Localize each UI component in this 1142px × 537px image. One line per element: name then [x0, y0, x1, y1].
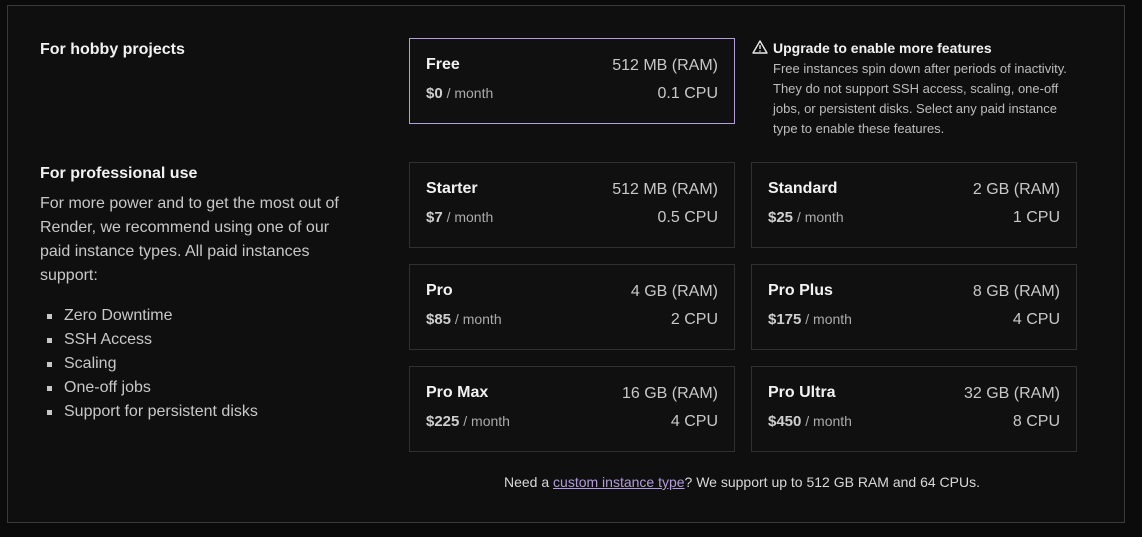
feature-item: SSH Access [40, 328, 258, 352]
price-period: / month [454, 311, 502, 327]
instance-ram: 8 GB (RAM) [972, 283, 1060, 300]
feature-item: Zero Downtime [40, 304, 258, 328]
instance-cpu: 0.5 CPU [657, 209, 718, 226]
instance-price: $450 / month [768, 413, 852, 430]
feature-label: Scaling [64, 355, 117, 372]
instance-cpu: 1 CPU [1012, 209, 1060, 226]
instance-price: $175 / month [768, 311, 852, 328]
bullet-icon [47, 386, 52, 391]
price-amount: $0 [426, 85, 443, 102]
price-period: / month [446, 85, 494, 101]
feature-item: Scaling [40, 352, 258, 376]
price-amount: $450 [768, 413, 802, 430]
instance-price: $85 / month [426, 311, 502, 328]
feature-label: Support for persistent disks [64, 403, 258, 420]
hobby-section-title: For hobby projects [40, 41, 185, 58]
feature-list: Zero Downtime SSH Access Scaling One-off… [40, 304, 258, 424]
price-period: / month [805, 413, 852, 429]
price-period: / month [796, 209, 844, 225]
warning-title: Upgrade to enable more features [773, 40, 992, 56]
instance-cpu: 0.1 CPU [657, 85, 718, 102]
instance-name: Pro Plus [768, 282, 833, 299]
instance-ram: 4 GB (RAM) [630, 283, 718, 300]
feature-label: One-off jobs [64, 379, 151, 396]
instance-card-pro-ultra[interactable]: Pro Ultra $450 / month 32 GB (RAM) 8 CPU [751, 366, 1077, 452]
custom-instance-note: Need a custom instance type? We support … [408, 474, 1076, 490]
feature-item: One-off jobs [40, 376, 258, 400]
instance-name: Pro [426, 282, 453, 299]
instance-cpu: 2 CPU [670, 311, 718, 328]
instance-card-pro-plus[interactable]: Pro Plus $175 / month 8 GB (RAM) 4 CPU [751, 264, 1077, 350]
instance-card-pro[interactable]: Pro $85 / month 4 GB (RAM) 2 CPU [409, 264, 735, 350]
price-period: / month [805, 311, 852, 327]
feature-label: SSH Access [64, 331, 153, 348]
instance-cpu: 4 CPU [1012, 311, 1060, 328]
price-amount: $225 [426, 413, 460, 430]
feature-label: Zero Downtime [64, 307, 173, 324]
instance-cpu: 8 CPU [1012, 413, 1060, 430]
price-period: / month [446, 209, 494, 225]
instance-ram: 512 MB (RAM) [612, 57, 718, 74]
price-period: / month [463, 413, 510, 429]
instance-card-free[interactable]: Free $0 / month 512 MB (RAM) 0.1 CPU [409, 38, 735, 124]
instance-card-starter[interactable]: Starter $7 / month 512 MB (RAM) 0.5 CPU [409, 162, 735, 248]
instance-ram: 32 GB (RAM) [963, 385, 1060, 402]
professional-section-title: For professional use [40, 165, 198, 182]
instance-ram: 16 GB (RAM) [621, 385, 718, 402]
custom-instance-link[interactable]: custom instance type [553, 474, 685, 490]
instance-name: Pro Max [426, 384, 489, 401]
professional-description: For more power and to get the most out o… [40, 195, 339, 284]
bullet-icon [47, 314, 52, 319]
instance-price: $7 / month [426, 209, 493, 226]
price-amount: $175 [768, 311, 802, 328]
feature-item: Support for persistent disks [40, 400, 258, 424]
instance-type-panel: For hobby projects For professional use … [7, 5, 1125, 523]
instance-card-pro-max[interactable]: Pro Max $225 / month 16 GB (RAM) 4 CPU [409, 366, 735, 452]
instance-name: Pro Ultra [768, 384, 836, 401]
instance-ram: 2 GB (RAM) [972, 181, 1060, 198]
warning-triangle-icon [752, 40, 768, 54]
bullet-icon [47, 362, 52, 367]
bullet-icon [47, 338, 52, 343]
instance-ram: 512 MB (RAM) [612, 181, 718, 198]
instance-name: Free [426, 56, 460, 73]
instance-price: $25 / month [768, 209, 844, 226]
instance-card-standard[interactable]: Standard $25 / month 2 GB (RAM) 1 CPU [751, 162, 1077, 248]
instance-cpu: 4 CPU [670, 413, 718, 430]
note-suffix: ? We support up to 512 GB RAM and 64 CPU… [684, 474, 980, 490]
price-amount: $25 [768, 209, 794, 226]
instance-price: $0 / month [426, 85, 493, 102]
price-amount: $7 [426, 209, 443, 226]
instance-price: $225 / month [426, 413, 510, 430]
instance-name: Starter [426, 180, 478, 197]
warning-body: Free instances spin down after periods o… [773, 61, 1067, 136]
bullet-icon [47, 410, 52, 415]
instance-name: Standard [768, 180, 838, 197]
note-prefix: Need a [503, 474, 554, 490]
price-amount: $85 [426, 311, 452, 328]
